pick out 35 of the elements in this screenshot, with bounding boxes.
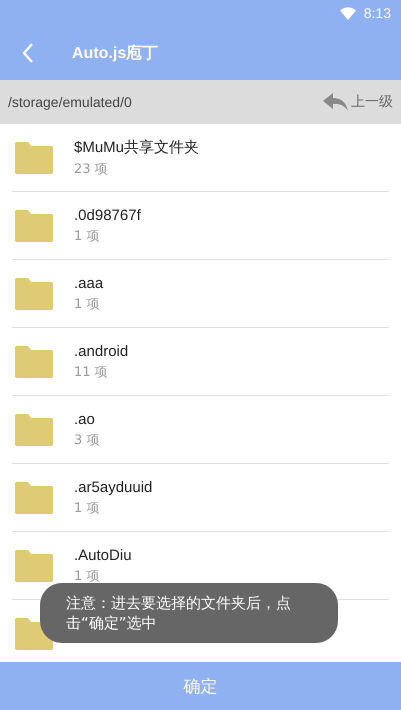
back-icon[interactable] <box>22 42 34 64</box>
folder-icon <box>15 550 53 582</box>
folder-row[interactable]: .ar5ayduuid 1 项 <box>12 464 389 532</box>
item-count: 1 项 <box>74 500 100 516</box>
folder-name: .0d98767f <box>74 206 141 224</box>
folder-row[interactable]: .0d98767f 1 项 <box>12 192 389 260</box>
folder-row[interactable]: $MuMu共享文件夹 23 项 <box>12 124 389 192</box>
current-path: /storage/emulated/0 <box>8 94 132 110</box>
folder-row[interactable]: .aaa 1 项 <box>12 260 389 328</box>
folder-icon <box>15 482 53 514</box>
folder-icon <box>15 278 53 310</box>
folder-icon <box>15 414 53 446</box>
folder-row[interactable]: .android 11 项 <box>12 328 389 396</box>
message-toast: 注意：进去要选择的文件夹后，点击“确定”选中 <box>40 583 338 643</box>
folder-icon <box>15 210 53 242</box>
folder-row[interactable]: .ao 3 项 <box>12 396 389 464</box>
folder-name: .AutoDiu <box>74 546 132 564</box>
app-title: Auto.js庖丁 <box>72 43 158 64</box>
item-count: 3 项 <box>74 432 100 448</box>
item-count: 1 项 <box>74 568 100 584</box>
folder-name: .aaa <box>74 274 104 292</box>
folder-name: .ar5ayduuid <box>74 478 152 496</box>
item-count: 1 项 <box>74 228 100 244</box>
reply-arrow-icon <box>323 93 349 111</box>
item-count: 11 项 <box>74 364 109 380</box>
folder-icon <box>15 346 53 378</box>
item-count: 23 项 <box>74 160 109 178</box>
up-level-button[interactable]: 上一级 <box>323 93 393 111</box>
folder-icon <box>15 142 53 174</box>
wifi-icon <box>340 6 356 20</box>
item-count: 1 项 <box>74 296 100 312</box>
folder-name: $MuMu共享文件夹 <box>74 138 200 156</box>
folder-name: .ao <box>74 410 96 428</box>
status-time: 8:13 <box>364 5 391 21</box>
folder-name: .android <box>74 342 128 360</box>
